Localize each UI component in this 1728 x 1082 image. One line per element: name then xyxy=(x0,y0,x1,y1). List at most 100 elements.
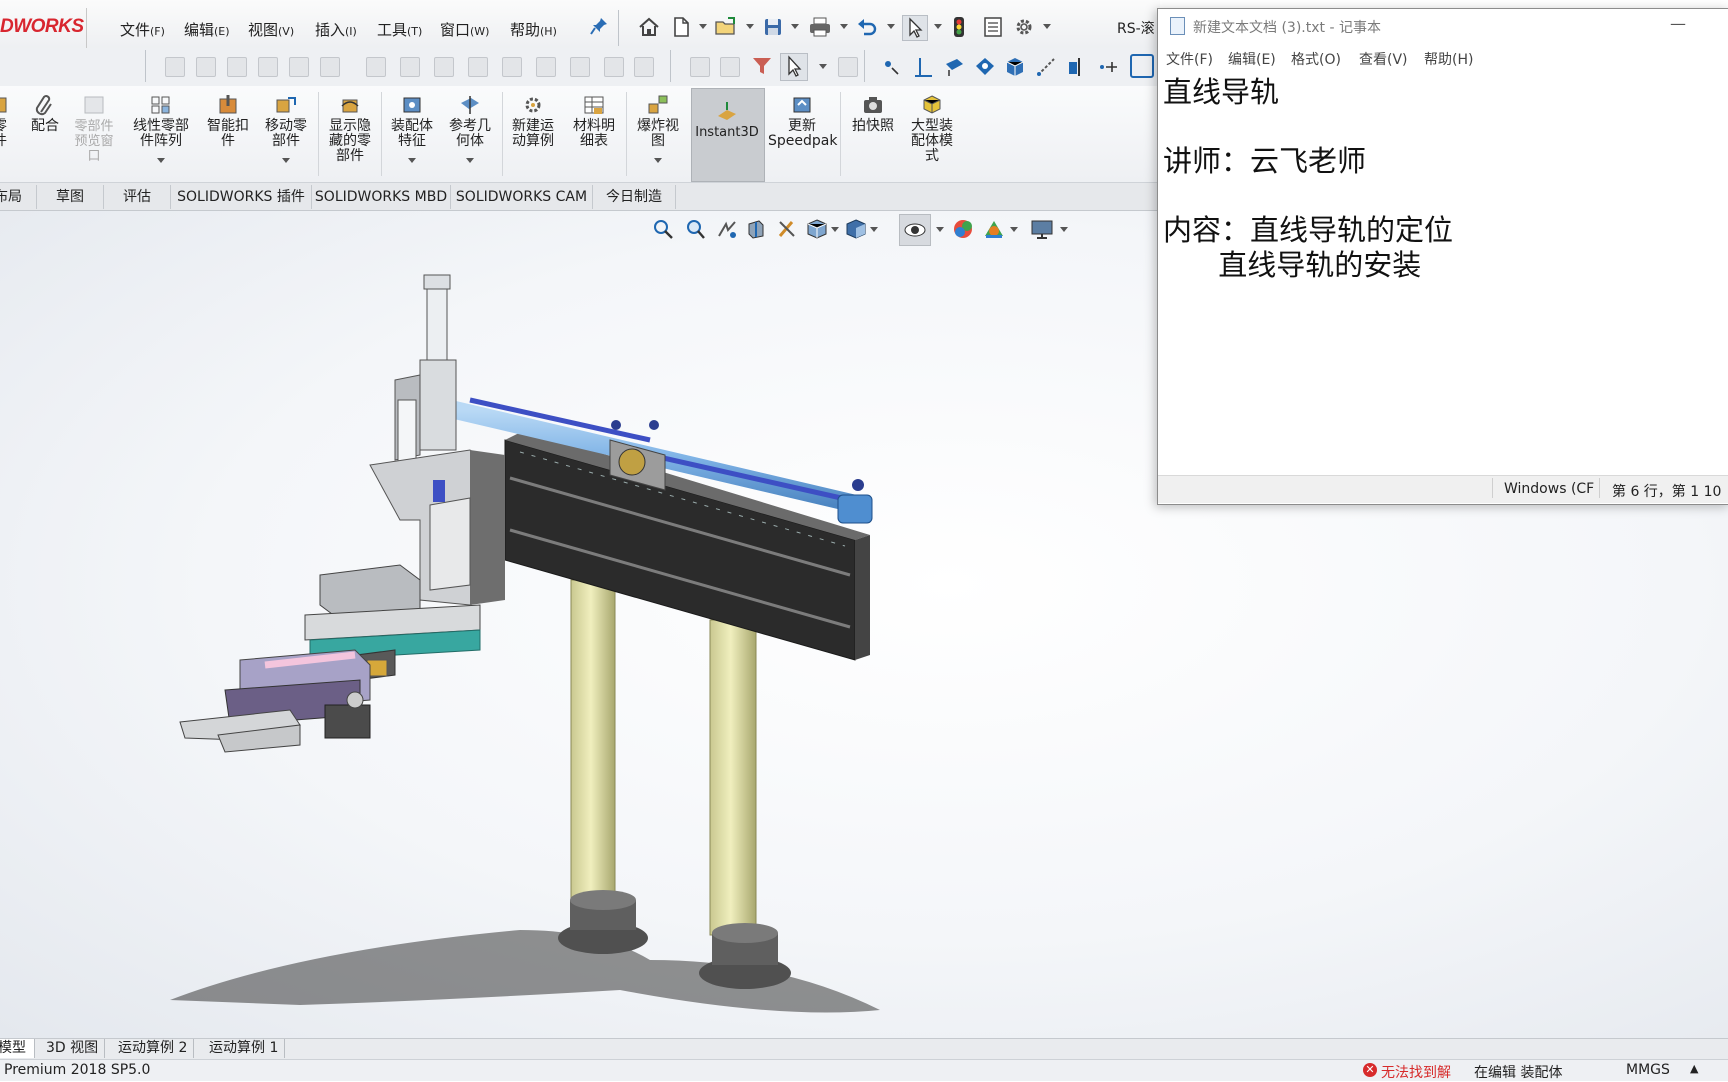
display-style-icon[interactable] xyxy=(845,218,867,240)
save-icon[interactable] xyxy=(762,16,784,38)
open-folder-icon[interactable] xyxy=(714,16,736,38)
tab-motion-study-2[interactable]: 运动算例 2 xyxy=(112,1039,195,1058)
large-assembly-mode-button[interactable]: 大型装 配体模 式 xyxy=(902,94,962,164)
selection-filter-icon[interactable] xyxy=(751,55,773,77)
rebuild-error-text[interactable]: 无法找到解 xyxy=(1381,1062,1451,1082)
notepad-menu-edit[interactable]: 编辑(E) xyxy=(1228,49,1276,69)
mate-button[interactable]: 配合 xyxy=(24,94,66,134)
filter-icon[interactable] xyxy=(720,57,740,77)
chevron-down-icon[interactable] xyxy=(408,158,416,163)
dynamic-annotation-icon[interactable] xyxy=(776,218,798,240)
print-icon[interactable] xyxy=(808,16,830,38)
move-component-button[interactable]: 移动零 部件 xyxy=(256,94,316,163)
chevron-down-icon[interactable] xyxy=(1010,227,1018,232)
chevron-down-icon[interactable] xyxy=(887,24,895,29)
linear-pattern-button[interactable]: 线性零部 件阵列 xyxy=(126,94,196,163)
unit-system-text[interactable]: MMGS xyxy=(1626,1062,1670,1078)
update-speedpak-button[interactable]: 更新 Speedpak xyxy=(768,94,837,149)
tab-layout[interactable]: 布局 xyxy=(0,185,37,209)
show-hidden-icon xyxy=(338,94,362,116)
menu-tools[interactable]: 工具(T) xyxy=(377,19,422,40)
instant3d-button[interactable]: Instant3D xyxy=(691,100,763,140)
hide-show-items-icon[interactable] xyxy=(899,214,931,246)
point-icon[interactable] xyxy=(880,56,902,78)
tab-evaluate[interactable]: 评估 xyxy=(104,185,171,209)
section-view-icon[interactable] xyxy=(1066,56,1088,78)
undo-icon[interactable] xyxy=(856,16,878,38)
take-snapshot-button[interactable]: 拍快照 xyxy=(843,94,903,134)
chevron-down-icon[interactable] xyxy=(936,227,944,232)
menu-insert[interactable]: 插入(I) xyxy=(315,19,357,40)
insert-part-button[interactable]: 零 件 xyxy=(0,94,22,149)
tab-3d-views[interactable]: 3D 视图 xyxy=(40,1039,106,1058)
tab-motion-study-1[interactable]: 运动算例 1 xyxy=(203,1039,286,1058)
file-properties-icon[interactable] xyxy=(982,16,1004,38)
tab-sketch[interactable]: 草图 xyxy=(37,185,104,209)
toolbar-separator xyxy=(145,50,146,82)
tab-solidworks-mbd[interactable]: SOLIDWORKS MBD xyxy=(312,185,451,209)
new-motion-study-button[interactable]: 新建运 动算例 xyxy=(504,94,562,149)
assembly-features-button[interactable]: 装配体 特征 xyxy=(382,94,442,163)
options-gear-icon[interactable] xyxy=(1013,16,1035,38)
plane-icon[interactable] xyxy=(943,56,965,78)
coordinate-icon[interactable] xyxy=(1097,56,1119,78)
edit-appearance-icon[interactable] xyxy=(952,218,974,240)
chevron-up-icon[interactable]: ▲ xyxy=(1690,1062,1698,1075)
chevron-down-icon[interactable] xyxy=(840,24,848,29)
select-arrow-icon[interactable] xyxy=(780,53,808,81)
view-orientation-icon[interactable] xyxy=(974,56,996,78)
chevron-down-icon[interactable] xyxy=(1043,24,1051,29)
zoom-to-fit-icon[interactable] xyxy=(652,218,674,240)
error-icon[interactable]: ✕ xyxy=(1363,1063,1377,1077)
axis-icon[interactable] xyxy=(912,56,934,78)
new-document-icon[interactable] xyxy=(670,16,692,38)
chevron-down-icon[interactable] xyxy=(282,158,290,163)
tab-model[interactable]: 模型 xyxy=(0,1039,35,1058)
notepad-menu-help[interactable]: 帮助(H) xyxy=(1424,49,1473,69)
view-settings-monitor-icon[interactable] xyxy=(1030,218,1053,240)
section-view-icon[interactable] xyxy=(745,218,767,240)
chevron-down-icon[interactable] xyxy=(1060,227,1068,232)
chevron-down-icon[interactable] xyxy=(157,158,165,163)
chevron-down-icon[interactable] xyxy=(791,24,799,29)
reference-geometry-button[interactable]: 参考几 何体 xyxy=(440,94,500,163)
measure-icon[interactable] xyxy=(1035,56,1057,78)
menu-help[interactable]: 帮助(H) xyxy=(510,19,557,40)
zoom-to-area-icon[interactable] xyxy=(684,218,706,240)
cube-icon[interactable] xyxy=(1004,56,1026,78)
minimize-icon[interactable]: — xyxy=(1668,14,1688,34)
instant3d-label: Instant3D xyxy=(695,125,759,140)
chevron-down-icon[interactable] xyxy=(746,24,754,29)
smart-fasteners-button[interactable]: 智能扣 件 xyxy=(199,94,257,149)
apply-scene-icon[interactable] xyxy=(983,218,1005,240)
home-icon[interactable] xyxy=(638,16,660,38)
show-hidden-components-button[interactable]: 显示隐 藏的零 部件 xyxy=(320,94,380,164)
menu-file[interactable]: 文件(F) xyxy=(120,19,165,40)
tab-solidworks-cam[interactable]: SOLIDWORKS CAM xyxy=(451,185,593,209)
tab-solidworks-addins[interactable]: SOLIDWORKS 插件 xyxy=(171,185,312,209)
filter-icon[interactable] xyxy=(690,57,710,77)
notepad-menu-file[interactable]: 文件(F) xyxy=(1166,49,1213,69)
menu-view[interactable]: 视图(V) xyxy=(248,19,294,40)
menu-window[interactable]: 窗口(W) xyxy=(440,19,489,40)
notepad-menu-view[interactable]: 查看(V) xyxy=(1359,49,1408,69)
chevron-down-icon[interactable] xyxy=(654,158,662,163)
chevron-down-icon[interactable] xyxy=(466,158,474,163)
chevron-down-icon[interactable] xyxy=(831,227,839,232)
chevron-down-icon[interactable] xyxy=(699,24,707,29)
rectangle-select-icon[interactable] xyxy=(1130,54,1154,78)
chevron-down-icon[interactable] xyxy=(819,64,827,69)
view-orientation-cube-icon[interactable] xyxy=(806,218,828,240)
logo-divider xyxy=(86,8,87,48)
traffic-light-icon[interactable] xyxy=(952,16,974,38)
chevron-down-icon[interactable] xyxy=(934,24,942,29)
exploded-view-button[interactable]: 爆炸视 图 xyxy=(628,94,688,163)
pin-icon[interactable] xyxy=(590,17,608,37)
menu-edit[interactable]: 编辑(E) xyxy=(184,19,230,40)
tab-manufacturing[interactable]: 今日制造 xyxy=(593,185,676,209)
bill-of-materials-button[interactable]: 材料明 细表 xyxy=(565,94,623,149)
select-arrow-icon[interactable] xyxy=(902,15,928,41)
previous-view-icon[interactable] xyxy=(716,218,738,240)
notepad-menu-format[interactable]: 格式(O) xyxy=(1291,49,1341,69)
chevron-down-icon[interactable] xyxy=(870,227,878,232)
